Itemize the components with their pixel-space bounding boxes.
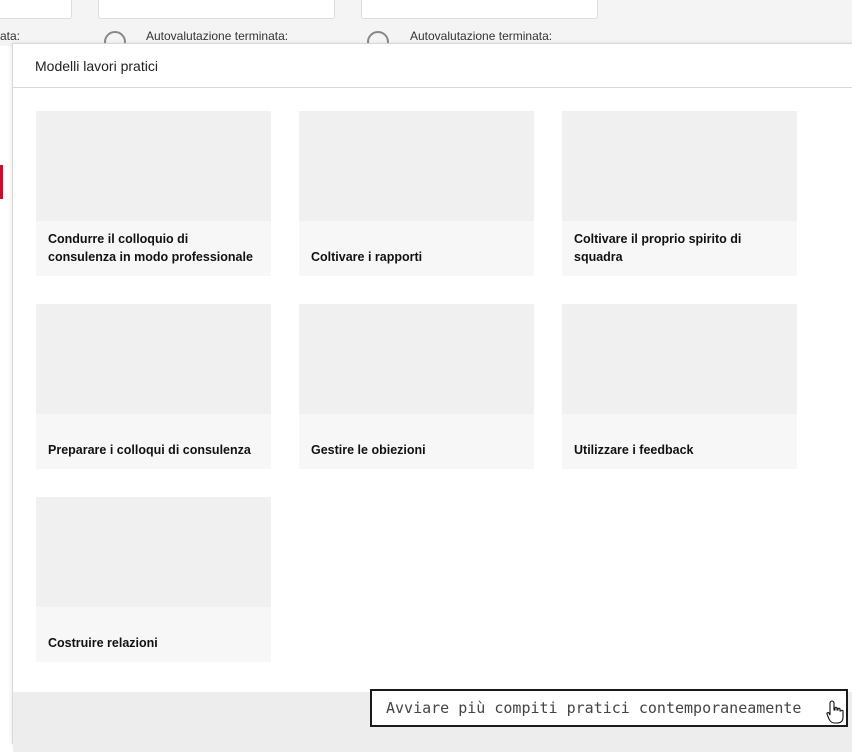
background-status: Autovalutazione terminata: — [146, 29, 289, 43]
start-multiple-tasks-tooltip[interactable]: Avviare più compiti pratici contemporane… — [370, 689, 848, 727]
background-status: Autovalutazione terminata: — [410, 29, 553, 43]
background-card — [0, 0, 72, 19]
template-title: Coltivare il proprio spirito di squadra — [562, 221, 797, 276]
templates-popover: Modelli lavori pratici Condurre il collo… — [12, 43, 852, 752]
template-card[interactable]: Coltivare il proprio spirito di squadra — [562, 111, 797, 276]
template-grid: Condurre il colloquio di consulenza in m… — [36, 111, 797, 662]
template-card[interactable]: Utilizzare i feedback — [562, 304, 797, 469]
template-thumbnail — [299, 111, 534, 221]
popover-title: Modelli lavori pratici — [35, 57, 158, 74]
background-card — [361, 0, 598, 19]
template-title: Coltivare i rapporti — [299, 221, 534, 276]
template-thumbnail — [36, 111, 271, 221]
background-label: ata: — [0, 29, 21, 43]
template-thumbnail — [299, 304, 534, 414]
template-title: Utilizzare i feedback — [562, 414, 797, 469]
template-title: Costruire relazioni — [36, 607, 271, 662]
template-title: Preparare i colloqui di consulenza — [36, 414, 271, 469]
template-title: Gestire le obiezioni — [299, 414, 534, 469]
template-card[interactable]: Coltivare i rapporti — [299, 111, 534, 276]
hand-pointer-icon — [826, 700, 844, 724]
background-card — [98, 0, 335, 19]
template-card[interactable]: Gestire le obiezioni — [299, 304, 534, 469]
background-accent-mark — [0, 165, 3, 199]
popover-header: Modelli lavori pratici — [13, 44, 852, 88]
template-card[interactable]: Condurre il colloquio di consulenza in m… — [36, 111, 271, 276]
template-card[interactable]: Costruire relazioni — [36, 497, 271, 662]
template-card[interactable]: Preparare i colloqui di consulenza — [36, 304, 271, 469]
template-thumbnail — [562, 304, 797, 414]
tooltip-text: Avviare più compiti pratici contemporane… — [386, 699, 802, 717]
template-title: Condurre il colloquio di consulenza in m… — [36, 221, 271, 276]
template-thumbnail — [36, 497, 271, 607]
template-thumbnail — [36, 304, 271, 414]
template-thumbnail — [562, 111, 797, 221]
